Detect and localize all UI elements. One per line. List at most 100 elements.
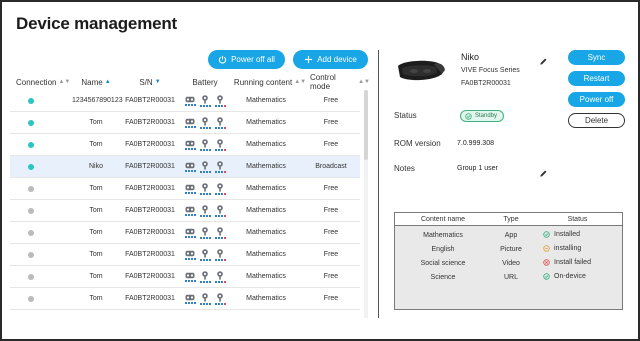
headset-battery-icon: [184, 228, 196, 238]
content-status-label: Installed: [554, 231, 581, 238]
connection-status-dot: [28, 185, 34, 192]
content-status-cell: Installed: [543, 231, 580, 238]
edit-name-icon[interactable]: [539, 53, 548, 65]
content-status-cell: Install failed: [543, 259, 591, 266]
running-content-cell: Mathematics: [246, 119, 286, 126]
table-row[interactable]: Tom FA0BT2R00031 Mathematics Free: [10, 222, 360, 244]
table-row[interactable]: Tom FA0BT2R00031 Mathematics Free: [10, 178, 360, 200]
check-circle-icon: [543, 273, 550, 280]
content-status-cell: installing: [543, 245, 581, 252]
name-cell: Tom: [89, 229, 103, 236]
restart-button[interactable]: Restart: [568, 71, 625, 86]
delete-button[interactable]: Delete: [568, 113, 625, 128]
column-connection[interactable]: Connection ▲▼: [10, 78, 72, 87]
controller-battery-icon: [199, 160, 211, 173]
content-status-cell: On-device: [543, 273, 586, 280]
content-name-cell: Social science: [420, 260, 466, 267]
power-off-all-button[interactable]: Power off all: [208, 50, 285, 69]
power-icon: [218, 55, 227, 64]
running-content-cell: Mathematics: [246, 251, 286, 258]
sort-asc-icon: ▲: [104, 79, 111, 85]
name-cell: Tom: [89, 185, 103, 192]
sort-icon: ▲▼: [58, 79, 71, 85]
column-name-label: Name: [81, 77, 103, 87]
control-mode-cell: Free: [323, 251, 339, 258]
connection-status-dot: [28, 119, 34, 126]
running-content-cell: Mathematics: [246, 141, 286, 148]
connection-cell: [10, 163, 72, 170]
connection-status-dot: [28, 207, 34, 214]
error-circle-icon: [543, 259, 550, 266]
running-content-cell: Mathematics: [246, 163, 286, 170]
device-name: Niko: [461, 52, 480, 62]
sn-cell: FA0BT2R00031: [125, 229, 175, 236]
table-row[interactable]: 1234567890123 FA0BT2R00031 Mathematics Free: [10, 90, 360, 112]
check-circle-icon: [465, 112, 472, 120]
controller-battery-icon: [214, 160, 226, 173]
headset-battery-icon: [184, 272, 196, 282]
headset-battery-icon: [184, 118, 196, 128]
power-off-button[interactable]: Power off: [568, 92, 625, 107]
table-row[interactable]: Tom FA0BT2R00031 Mathematics Free: [10, 134, 360, 156]
running-content-cell: Mathematics: [246, 295, 286, 302]
notes-label: Notes: [394, 164, 415, 173]
table-row[interactable]: Tom FA0BT2R00031 Mathematics Free: [10, 266, 360, 288]
connection-status-dot: [28, 141, 34, 148]
device-sn: FA0BT2R00031: [461, 80, 511, 87]
controller-battery-icon: [199, 248, 211, 261]
controller-battery-icon: [214, 116, 226, 129]
table-row[interactable]: Tom FA0BT2R00031 Mathematics Free: [10, 288, 360, 310]
name-cell: Niko: [88, 163, 103, 170]
check-circle-icon: [543, 231, 550, 238]
name-cell: Tom: [89, 207, 103, 214]
controller-battery-icon: [199, 204, 211, 217]
device-model: VIVE Focus Series: [461, 67, 520, 74]
column-battery: Battery: [180, 78, 230, 87]
headset-battery-icon: [184, 184, 196, 194]
column-type: Type: [503, 216, 519, 223]
battery-cell: [180, 182, 230, 195]
connection-cell: [10, 141, 72, 148]
connection-cell: [10, 185, 72, 192]
running-content-cell: Mathematics: [246, 97, 286, 104]
name-cell: Tom: [89, 273, 103, 280]
column-control-mode[interactable]: Control mode ▲▼: [310, 73, 370, 91]
table-row[interactable]: Tom FA0BT2R00031 Mathematics Free: [10, 200, 360, 222]
battery-cell: [180, 248, 230, 261]
running-content-cell: Mathematics: [246, 185, 286, 192]
connection-cell: [10, 273, 72, 280]
table-row[interactable]: Niko FA0BT2R00031 Mathematics Broadcast: [10, 156, 360, 178]
content-type-cell: URL: [503, 274, 518, 281]
column-name[interactable]: Name ▲: [72, 78, 120, 87]
column-sn[interactable]: S/N ▼: [120, 78, 180, 87]
content-status-label: installing: [554, 245, 582, 252]
sn-cell: FA0BT2R00031: [125, 163, 175, 170]
content-name-cell: Mathematics: [423, 232, 463, 239]
column-running-content[interactable]: Running content ▲▼: [230, 78, 310, 87]
control-mode-cell: Free: [323, 273, 339, 280]
content-status-label: Install failed: [554, 259, 591, 266]
page-title: Device management: [16, 14, 178, 33]
control-mode-cell: Free: [323, 97, 339, 104]
controller-battery-icon: [199, 292, 211, 305]
connection-status-dot: [28, 251, 34, 258]
content-row: Social science Video Install failed: [395, 257, 622, 271]
table-row[interactable]: Tom FA0BT2R00031 Mathematics Free: [10, 112, 360, 134]
controller-battery-icon: [214, 138, 226, 151]
content-table-header: Content name Type Status: [395, 213, 622, 226]
controller-battery-icon: [214, 182, 226, 195]
content-name-cell: Science: [430, 274, 456, 281]
sn-cell: FA0BT2R00031: [125, 295, 175, 302]
sync-button[interactable]: Sync: [568, 50, 625, 65]
connection-cell: [10, 251, 72, 258]
edit-notes-icon[interactable]: [539, 165, 548, 177]
scrollbar-thumb[interactable]: [364, 90, 368, 160]
name-cell: Tom: [89, 119, 103, 126]
name-cell: 1234567890123: [72, 97, 123, 104]
name-cell: Tom: [89, 141, 103, 148]
battery-cell: [180, 138, 230, 151]
add-device-button[interactable]: Add device: [293, 50, 368, 69]
table-row[interactable]: Tom FA0BT2R00031 Mathematics Free: [10, 244, 360, 266]
running-content-cell: Mathematics: [246, 229, 286, 236]
connection-status-dot: [28, 229, 34, 236]
